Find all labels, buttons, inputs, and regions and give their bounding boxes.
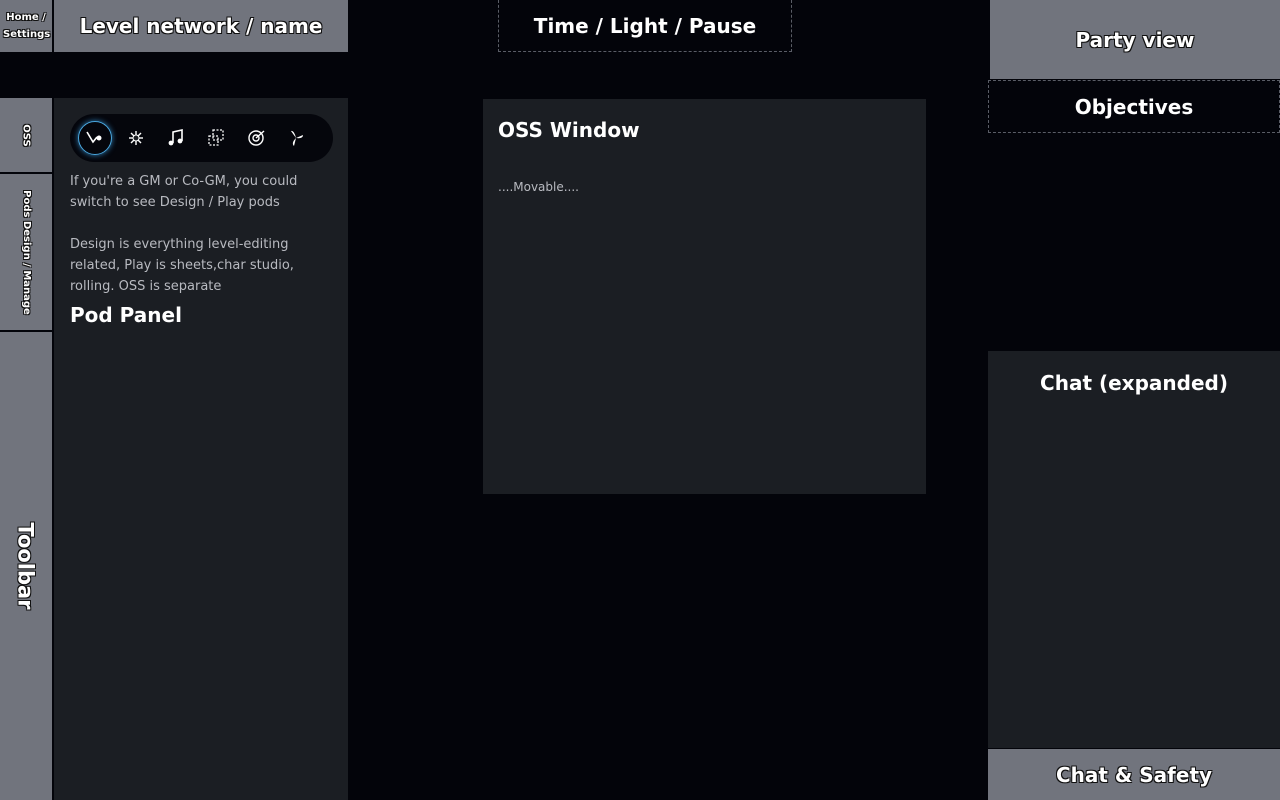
fan-icon[interactable]: [280, 122, 312, 154]
chat-safety-label: Chat & Safety: [1055, 762, 1213, 787]
home-settings-button[interactable]: Home / Settings: [0, 0, 54, 52]
party-view-label: Party view: [1075, 27, 1195, 52]
chat-expanded-title: Chat (expanded): [1040, 371, 1228, 395]
time-light-pause-label: Time / Light / Pause: [533, 13, 757, 38]
oss-window[interactable]: [483, 99, 926, 494]
pod-panel-title: Pod Panel: [70, 303, 182, 327]
quill-icon[interactable]: [78, 121, 112, 155]
time-light-pause-control[interactable]: Time / Light / Pause: [498, 0, 792, 52]
music-icon[interactable]: [160, 122, 192, 154]
objectives-label: Objectives: [1074, 94, 1194, 119]
oss-window-title: OSS Window: [498, 118, 640, 142]
dice-icon[interactable]: [200, 122, 232, 154]
pod-help-text-2: Design is everything level-editing relat…: [70, 237, 294, 294]
home-settings-label: Home / Settings: [3, 12, 51, 40]
pod-help-text: If you're a GM or Co-GM, you could switc…: [70, 171, 320, 318]
level-name-label: Level network / name: [79, 14, 323, 38]
tab-oss[interactable]: OSS: [0, 98, 54, 174]
target-icon[interactable]: [240, 122, 272, 154]
sparkle-icon[interactable]: [120, 122, 152, 154]
toolbar-label: Toolbar: [14, 522, 38, 610]
objectives[interactable]: Objectives: [988, 80, 1280, 133]
chat-safety-bar[interactable]: Chat & Safety: [988, 749, 1280, 800]
tab-oss-label: OSS: [20, 123, 32, 147]
party-view[interactable]: Party view: [988, 0, 1280, 79]
chat-expanded-panel[interactable]: [988, 351, 1280, 748]
pod-selector-bar: [70, 114, 333, 162]
pod-help-text-1: If you're a GM or Co-GM, you could switc…: [70, 174, 298, 210]
tab-pods-design-manage[interactable]: Pods Design / Manage: [0, 174, 54, 332]
level-network-name[interactable]: Level network / name: [54, 0, 348, 52]
tab-pods-label: Pods Design / Manage: [20, 189, 32, 315]
oss-window-drag-handle[interactable]: ....Movable....: [498, 180, 579, 194]
toolbar[interactable]: Toolbar: [0, 332, 54, 800]
